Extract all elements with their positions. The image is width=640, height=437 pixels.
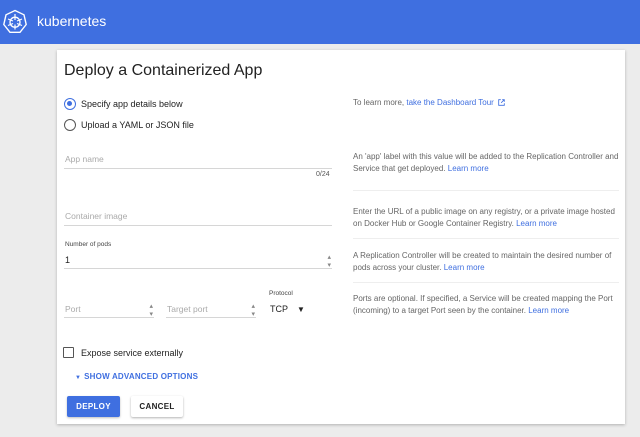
dashboard-tour-link[interactable]: take the Dashboard Tour [406,98,493,107]
pods-learn-more-link[interactable]: Learn more [444,263,485,272]
app-name-input[interactable]: App name [64,152,332,169]
cancel-button[interactable]: CANCEL [131,396,183,417]
external-link-icon [498,99,505,106]
page-title: Deploy a Containerized App [64,62,263,79]
pods-label: Number of pods [65,241,112,248]
target-port-input[interactable]: Target port ▴ ▾ [166,301,256,318]
container-image-learn-more-link[interactable]: Learn more [516,219,557,228]
protocol-label: Protocol [269,290,293,297]
divider [353,282,619,283]
specify-radio-label[interactable]: Specify app details below [81,99,183,109]
protocol-dropdown-icon: ▼ [297,305,305,314]
kubernetes-logo-icon[interactable] [2,9,28,35]
app-name-learn-more-link[interactable]: Learn more [448,164,489,173]
caret-down-icon: ▼ [75,375,82,381]
pods-value: 1 [65,255,71,265]
tour-help: To learn more, take the Dashboard Tour [353,97,619,109]
target-port-placeholder: Target port [167,304,208,314]
deploy-card: Deploy a Containerized App Specify app d… [57,50,625,424]
app-name-counter: 0/24 [316,171,330,178]
show-advanced-options-button[interactable]: ▼ SHOW ADVANCED OPTIONS [75,372,198,381]
ports-learn-more-link[interactable]: Learn more [528,306,569,315]
app-name-help: An 'app' label with this value will be a… [353,151,619,175]
pods-stepper-icon[interactable]: ▴ ▾ [327,254,331,270]
upload-radio-label[interactable]: Upload a YAML or JSON file [81,120,194,130]
upload-radio[interactable] [64,119,76,131]
pods-input[interactable]: 1 ▴ ▾ [64,252,332,269]
divider [353,190,619,191]
top-bar: kubernetes [0,0,640,44]
port-input[interactable]: Port ▴ ▾ [64,301,154,318]
expose-checkbox[interactable] [63,347,74,358]
protocol-value: TCP [270,304,288,314]
ports-help-text: Ports are optional. If specified, a Serv… [353,294,613,315]
specify-radio[interactable] [64,98,76,110]
port-placeholder: Port [65,304,81,314]
port-stepper-icon[interactable]: ▴ ▾ [149,303,153,319]
target-port-stepper-icon[interactable]: ▴ ▾ [251,303,255,319]
ports-help: Ports are optional. If specified, a Serv… [353,293,619,317]
protocol-select[interactable]: TCP ▼ [268,301,308,317]
container-image-input[interactable]: Container image [64,209,332,226]
container-image-help-text: Enter the URL of a public image on any r… [353,207,615,228]
show-advanced-label: SHOW ADVANCED OPTIONS [84,372,199,381]
app-name-placeholder: App name [65,154,104,164]
divider [353,238,619,239]
container-image-placeholder: Container image [65,211,128,221]
tour-prefix: To learn more, [353,98,407,107]
container-image-help: Enter the URL of a public image on any r… [353,206,619,230]
pods-help: A Replication Controller will be created… [353,250,619,274]
deploy-button[interactable]: DEPLOY [67,396,120,417]
brand-name[interactable]: kubernetes [37,13,106,29]
expose-label[interactable]: Expose service externally [81,348,183,358]
